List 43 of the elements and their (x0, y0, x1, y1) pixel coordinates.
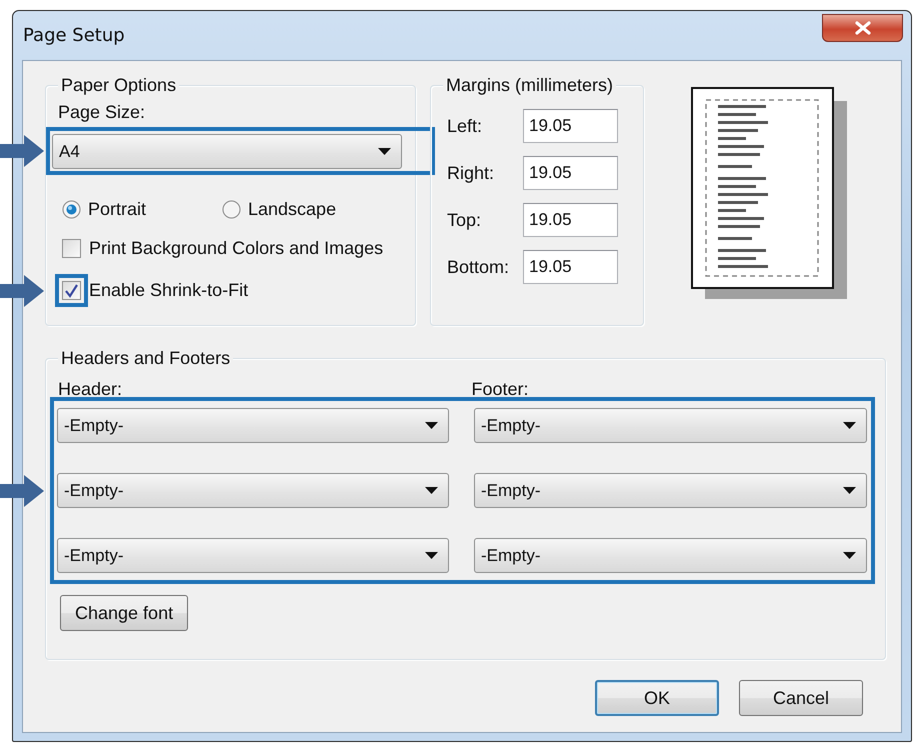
pointer-arrow-icon (0, 474, 44, 506)
dropdown-caret-icon (425, 487, 438, 494)
checkmark-icon (64, 284, 79, 298)
page-size-label: Page Size: (58, 102, 146, 123)
dropdown[interactable]: -Empty- (57, 473, 449, 508)
margin-input[interactable]: 19.05 (523, 156, 618, 190)
dropdown[interactable]: -Empty- (474, 538, 867, 573)
dropdown[interactable]: -Empty- (57, 408, 449, 443)
margin-label: Bottom: (447, 256, 510, 278)
radio-option[interactable]: Portrait (62, 199, 222, 220)
dropdown-caret-icon (843, 422, 856, 429)
dropdown-caret-icon (378, 148, 391, 155)
checkbox-label: Print Background Colors and Images (89, 238, 384, 259)
dropdown[interactable]: -Empty- (474, 473, 867, 508)
dropdown-caret-icon (843, 552, 856, 559)
dropdown-caret-icon (425, 552, 438, 559)
dropdown[interactable]: -Empty- (57, 538, 449, 573)
dropdown[interactable]: -Empty- (474, 408, 867, 443)
checkbox[interactable] (62, 281, 81, 300)
window-title: Page Setup (23, 25, 125, 46)
group-title: Margins (millimeters) (443, 75, 616, 95)
dropdown-caret-icon (843, 487, 856, 494)
checkbox[interactable] (62, 239, 81, 258)
pointer-arrow-icon (0, 135, 44, 167)
close-icon (854, 21, 870, 35)
dialog-button[interactable]: OK (595, 680, 719, 716)
dropdown[interactable]: A4 (52, 134, 402, 169)
dropdown-caret-icon (425, 422, 438, 429)
margin-input[interactable]: 19.05 (523, 109, 618, 143)
margin-label: Left: (447, 116, 484, 136)
header-label: Header: (58, 379, 124, 400)
margin-label: Right: (447, 162, 496, 184)
checkbox-label: Enable Shrink-to-Fit (89, 280, 248, 301)
radio-option[interactable]: Landscape (222, 199, 382, 220)
pointer-arrow-icon (0, 274, 44, 306)
margin-input[interactable]: 19.05 (523, 203, 618, 237)
change-font-button[interactable]: Change font (60, 595, 188, 631)
dialog-button[interactable]: Cancel (739, 680, 863, 716)
margin-input[interactable]: 19.05 (523, 250, 618, 284)
group-title: Paper Options (58, 75, 180, 95)
close-button[interactable] (822, 14, 903, 42)
margin-label: Top: (447, 210, 482, 230)
footer-label: Footer: (472, 379, 530, 400)
